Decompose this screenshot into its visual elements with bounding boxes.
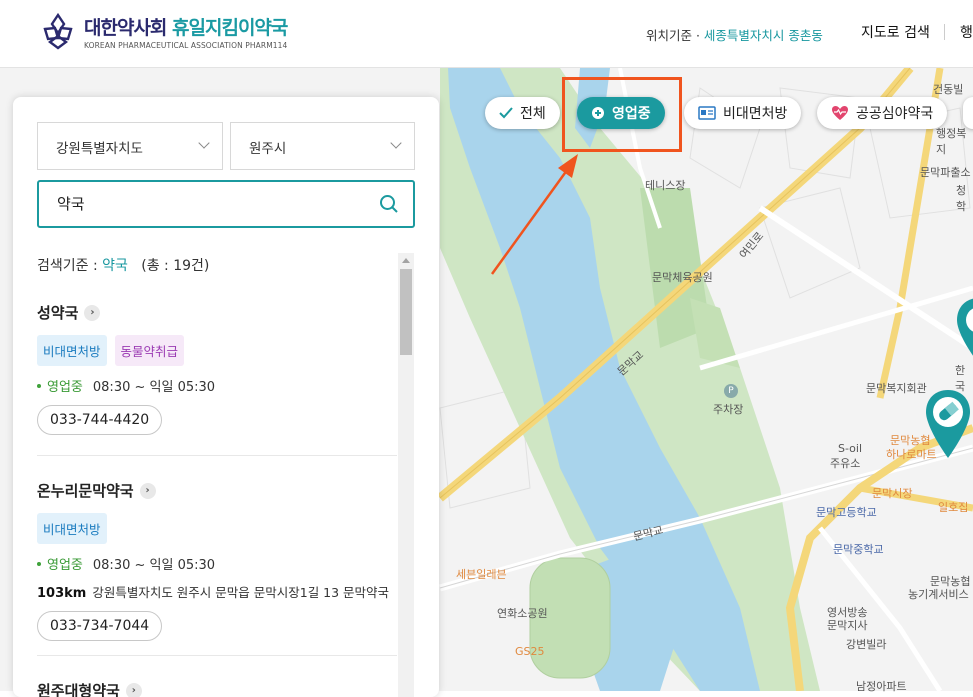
- map-label-parking: 주차장: [713, 401, 743, 417]
- map-label-soil: S-oil: [838, 442, 862, 455]
- list-divider: [37, 655, 397, 656]
- nav-divider: [944, 24, 945, 40]
- business-hours: 영업중08:30 ~ 익일 05:30: [37, 554, 397, 573]
- status-label: 영업중: [47, 554, 83, 573]
- pharmacy-pin-icon: [924, 388, 972, 460]
- map-label-gs25: GS25: [515, 645, 545, 658]
- location-indicator[interactable]: 위치기준 · 세종특별자치시 종촌동: [646, 25, 823, 44]
- map-label-haengjeong: 행정복지: [936, 125, 973, 157]
- city-select[interactable]: 원주시: [230, 122, 415, 170]
- annotation-arrow-icon: [486, 148, 586, 278]
- chevron-right-icon[interactable]: ›: [140, 483, 156, 499]
- tag-remote-prescription: 비대면처방: [37, 335, 107, 366]
- search-panel: 강원특별자치도 원주시 검색기준 : 약국 (총 : 19건) 성약국› 비대면…: [13, 97, 439, 697]
- chevron-down-icon: [390, 137, 401, 148]
- filter-chip-night-pharmacy[interactable]: 공공심야약국: [817, 97, 947, 129]
- business-hours: 영업중08:30 ~ 익일 05:30: [37, 376, 397, 395]
- nav-next-item[interactable]: 행: [960, 22, 973, 42]
- results-scrollbar[interactable]: [398, 253, 414, 697]
- status-label: 영업중: [47, 376, 83, 395]
- map-label-gangbyeon: 강변빌라: [846, 636, 886, 652]
- scrollbar-thumb[interactable]: [400, 269, 412, 355]
- search-input[interactable]: [57, 194, 357, 212]
- map-label-broadcast-2: 문막지사: [827, 617, 867, 633]
- nav-map-search[interactable]: 지도로 검색: [861, 22, 930, 42]
- search-criteria: 검색기준 : 약국 (총 : 19건): [37, 255, 209, 275]
- filter-chip-remote-prescription[interactable]: 비대면처방: [684, 97, 801, 129]
- chevron-down-icon: [198, 137, 209, 148]
- logo[interactable]: 대한약사회 휴일지킴이약국 KOREAN PHARMACEUTICAL ASSO…: [40, 12, 287, 50]
- pharmacy-list-item[interactable]: 원주대형약국›: [37, 680, 397, 697]
- map-label-geondong: 건동빌: [933, 81, 963, 97]
- highlight-box-annotation: [562, 77, 682, 152]
- pharmacy-list-item[interactable]: 성약국› 비대면처방 동물약취급 영업중08:30 ~ 익일 05:30 033…: [37, 302, 397, 435]
- map-label-tennis: 테니스장: [645, 177, 685, 193]
- pharmacy-pin-icon: [955, 296, 973, 356]
- map-label-yeonhwa: 연화소공원: [497, 605, 548, 621]
- filter-chip-all[interactable]: 전체: [485, 97, 560, 129]
- map-label-nongki: 농기계서비스: [908, 586, 969, 602]
- logo-title: 대한약사회 휴일지킴이약국: [84, 13, 287, 40]
- heart-pulse-icon: [831, 105, 849, 121]
- phone-button[interactable]: 033-744-4420: [37, 405, 162, 435]
- map-label-market: 문막시장: [872, 485, 912, 501]
- map-label-cheong: 청학: [956, 182, 973, 214]
- tag-animal-medicine: 동물약취급: [115, 335, 185, 366]
- pharmacy-name[interactable]: 온누리문막약국›: [37, 480, 397, 501]
- map-label-gas: 주유소: [830, 455, 860, 471]
- pharmacy-address: 103km강원특별자치도 원주시 문막읍 문막시장1길 13 문막약국: [37, 582, 397, 601]
- search-icon[interactable]: [379, 194, 399, 218]
- pharmacy-list-item[interactable]: 온누리문막약국› 비대면처방 영업중08:30 ~ 익일 05:30 103km…: [37, 480, 397, 641]
- scroll-up-arrow-icon[interactable]: [402, 258, 410, 263]
- pharmacy-name[interactable]: 성약국›: [37, 302, 397, 323]
- check-icon: [499, 107, 513, 119]
- map-label-middleschool: 문막중학교: [833, 541, 884, 557]
- map-label-ilho: 일호집: [938, 499, 968, 515]
- province-select[interactable]: 강원특별자치도: [37, 122, 223, 170]
- map-label-namjung: 남정아파트: [856, 678, 907, 694]
- pharmacy-name[interactable]: 원주대형약국›: [37, 680, 397, 697]
- map-label-park: 문막체육공원: [652, 269, 713, 285]
- id-card-icon: [698, 106, 716, 120]
- logo-subtitle: KOREAN PHARMACEUTICAL ASSOCIATION PHARM1…: [84, 41, 287, 50]
- map-label-welfare: 문막복지회관: [866, 380, 927, 396]
- list-divider: [37, 455, 397, 456]
- status-dot-icon: [37, 562, 41, 566]
- association-emblem-icon: [40, 12, 76, 50]
- map-label-culture: 문막파출소: [920, 164, 971, 180]
- distance: 103km: [37, 586, 86, 601]
- phone-button[interactable]: 033-734-7044: [37, 611, 162, 641]
- pharmacy-map-pin[interactable]: [955, 296, 973, 360]
- tag-remote-prescription: 비대면처방: [37, 513, 107, 544]
- filter-chip-more[interactable]: [963, 97, 973, 129]
- parking-icon: P: [724, 384, 738, 398]
- map-label-seven: 세븐일레븐: [456, 566, 507, 582]
- pharmacy-map-pin[interactable]: [924, 388, 972, 464]
- site-header: 대한약사회 휴일지킴이약국 KOREAN PHARMACEUTICAL ASSO…: [0, 0, 973, 68]
- search-box[interactable]: [37, 180, 415, 228]
- chevron-right-icon[interactable]: ›: [84, 305, 100, 321]
- map-label-highschool: 문막고등학교: [816, 504, 877, 520]
- status-dot-icon: [37, 384, 41, 388]
- chevron-right-icon[interactable]: ›: [126, 683, 142, 697]
